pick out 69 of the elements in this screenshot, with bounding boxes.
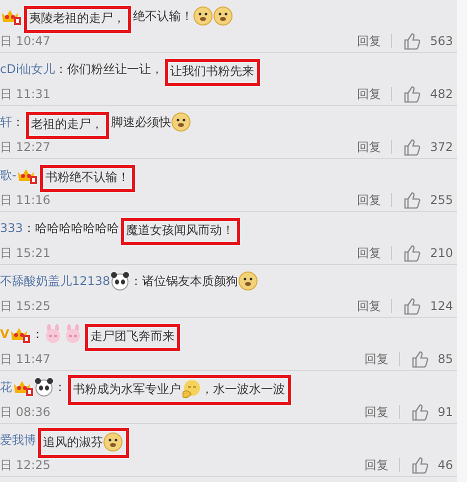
comment-text: 绝不认输！ [133, 8, 193, 24]
thumbs-up-icon[interactable] [402, 31, 422, 51]
reply-button[interactable]: 回复 [357, 192, 382, 208]
comment-text: 让我们书粉先来 [170, 62, 254, 80]
comment-text: 魔道女孩闻风而动！ [126, 222, 234, 238]
timestamp: 日 15:25 [0, 298, 52, 314]
timestamp: 日 11:31 [0, 86, 52, 102]
vip-mark: V [0, 327, 10, 341]
reply-button[interactable]: 回复 [357, 32, 382, 50]
thumbs-up-icon[interactable] [402, 190, 422, 210]
username[interactable]: 爱我博 [0, 432, 36, 448]
thumbs-up-icon[interactable] [402, 137, 422, 157]
comment-text: 老祖的走尸， [31, 116, 103, 132]
username[interactable]: 花 [0, 378, 12, 396]
comment-text: ：诸位锅友本质颜狗 [130, 272, 238, 290]
comment-text: 书粉绝不认输！ [45, 168, 130, 186]
timestamp: 日 10:47 [0, 32, 52, 50]
panda-emoji-icon [110, 271, 130, 291]
thumbs-up-icon[interactable] [402, 243, 422, 263]
comment-text: 夷陵老祖的走尸， [29, 10, 125, 26]
like-count: 563 [430, 34, 453, 48]
reply-button[interactable]: 回复 [364, 456, 389, 474]
comment-text: ： [54, 378, 66, 396]
dog-face-emoji-icon [193, 6, 213, 26]
timestamp: 日 08:36 [0, 404, 52, 420]
panda-emoji-icon [34, 377, 54, 397]
thumbs-up-icon[interactable] [402, 296, 422, 316]
like-count: 482 [430, 87, 453, 101]
comment-text: ，水一波水一波 [201, 380, 285, 398]
like-count: 372 [430, 140, 453, 154]
reply-button[interactable]: 回复 [357, 244, 382, 262]
reply-button[interactable]: 回复 [357, 86, 382, 102]
timestamp: 日 11:16 [0, 192, 52, 208]
dog-face-emoji-icon [103, 432, 123, 452]
username[interactable]: 轩 [0, 114, 12, 130]
reply-button[interactable]: 回复 [364, 404, 389, 420]
like-count: 85 [438, 352, 453, 366]
timestamp: 日 12:27 [0, 138, 52, 156]
comment-text: ： [12, 114, 24, 130]
reply-button[interactable]: 回复 [357, 138, 382, 156]
like-count: 91 [438, 405, 453, 419]
timestamp: 日 15:21 [0, 244, 52, 262]
comment-text: 走尸团飞奔而来 [90, 328, 174, 344]
username[interactable]: 歌- [0, 166, 16, 184]
shy-face-emoji-icon [181, 379, 201, 399]
like-count: 124 [430, 299, 453, 313]
dog-face-emoji-icon [213, 6, 233, 26]
username[interactable]: 不舔酸奶盖儿12138 [0, 272, 110, 290]
dog-face-emoji-icon [171, 112, 191, 132]
thumbs-up-icon[interactable] [410, 402, 430, 422]
thumbs-up-icon[interactable] [402, 84, 422, 104]
thumbs-up-icon[interactable] [410, 455, 430, 475]
username[interactable]: cDi仙女儿 [0, 60, 56, 78]
like-count: 255 [430, 193, 453, 207]
like-count: 210 [430, 246, 453, 260]
thumbs-up-icon[interactable] [410, 349, 430, 369]
comment-text: ： [31, 326, 44, 342]
like-count: 46 [438, 458, 453, 472]
comment-text: 追风的淑芬 [43, 434, 103, 450]
comment-text: ：你们粉丝让一让， [55, 60, 164, 78]
timestamp: 日 12:25 [0, 456, 52, 474]
reply-button[interactable]: 回复 [357, 298, 382, 314]
dog-face-emoji-icon [238, 271, 258, 291]
comment-text: ：哈哈哈哈哈哈哈 [22, 220, 119, 236]
username[interactable]: 333 [0, 221, 23, 235]
comment-text: 书粉成为水军专业户 [73, 380, 181, 398]
comment-text: 脚速必须快 [111, 114, 171, 130]
reply-button[interactable]: 回复 [364, 350, 389, 368]
timestamp: 日 11:47 [0, 350, 52, 368]
